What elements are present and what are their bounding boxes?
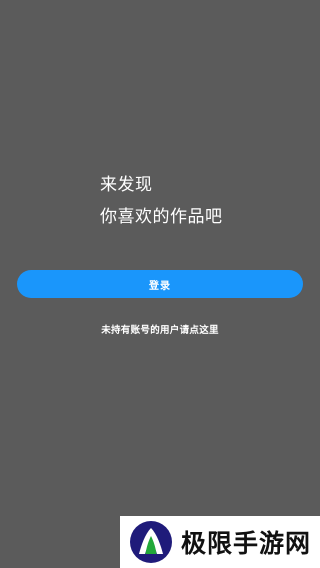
watermark-text: 极限手游网	[181, 529, 312, 558]
register-link[interactable]: 未持有账号的用户请点这里	[0, 322, 320, 336]
login-button-label: 登录	[149, 280, 171, 292]
watermark: 极限手游网	[120, 516, 320, 568]
site-logo-icon	[130, 521, 172, 563]
login-screen: 来发现 你喜欢的作品吧 登录 未持有账号的用户请点这里 极限手游网	[0, 0, 320, 568]
headline-line-2: 你喜欢的作品吧	[100, 207, 223, 227]
login-button[interactable]: 登录	[17, 270, 303, 298]
headline-line-1: 来发现	[100, 175, 153, 195]
